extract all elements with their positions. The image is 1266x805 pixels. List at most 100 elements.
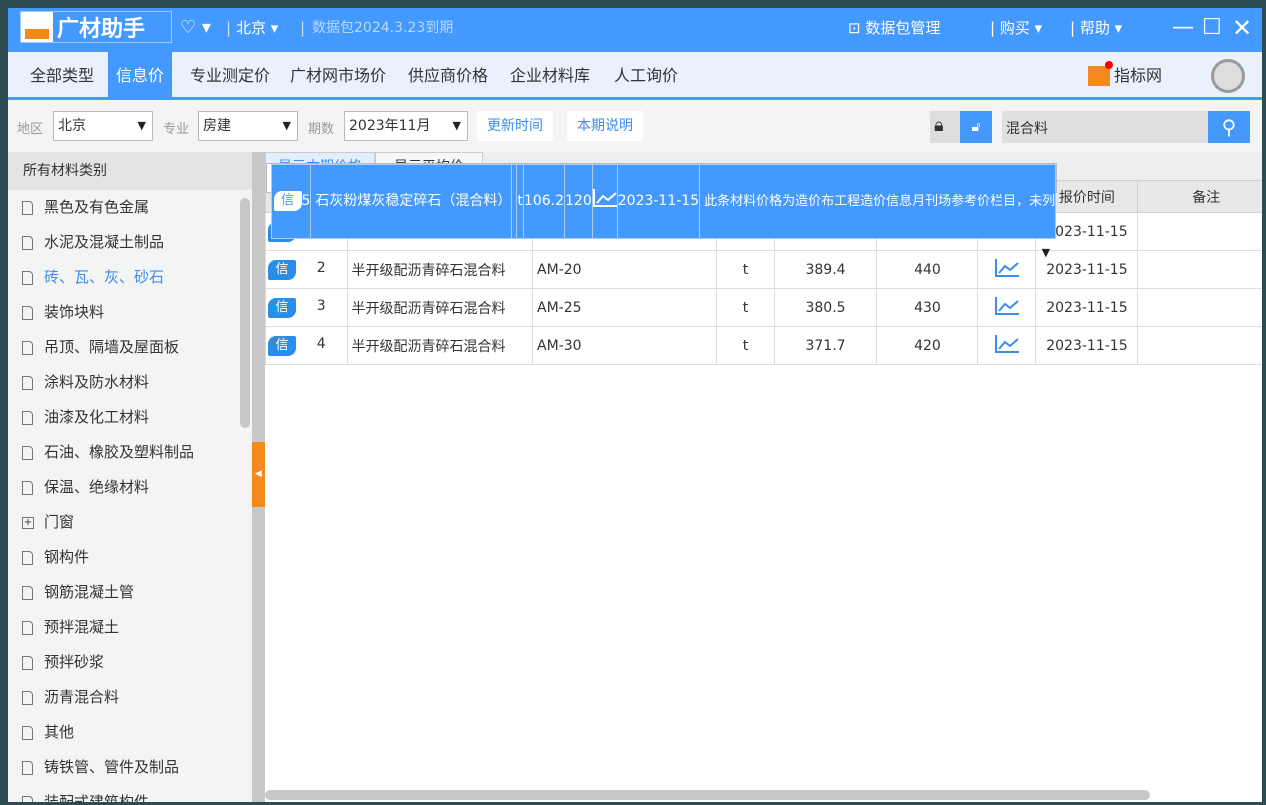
sidebar-item-label: 装饰块料 [44, 303, 105, 321]
spec: AM-30 [532, 326, 718, 365]
trend-chart-icon[interactable] [994, 334, 1019, 353]
maximize-button[interactable]: ☐ [1202, 8, 1222, 52]
trend-chart-icon[interactable] [994, 258, 1019, 277]
period-filter-label: 期数 [308, 122, 335, 137]
sidebar-item[interactable]: 装饰块料 [8, 295, 252, 330]
sidebar-item[interactable]: 预拌混凝土 [8, 610, 252, 645]
table-row[interactable]: 信4 半开级配沥青碎石混合料 AM-30 t 371.7 420 2023-11… [265, 326, 1262, 365]
table-row[interactable]: 信5 石灰粉煤灰稳定碎石（混合料） t 106.2 120 2023-11-15… [265, 163, 1058, 267]
period-desc-button[interactable]: 本期说明 [567, 111, 643, 141]
close-button[interactable]: ✕ [1232, 8, 1252, 52]
sidebar-item[interactable]: 钢构件 [8, 540, 252, 575]
info-badge: 信 [268, 297, 296, 318]
trend-chart-icon[interactable] [994, 296, 1019, 315]
tab-labor-inquiry[interactable]: 人工询价 [614, 52, 678, 97]
document-icon [22, 270, 33, 285]
price-excl-tax: 380.5 [773, 288, 878, 327]
unit: t [716, 250, 775, 289]
minimize-button[interactable]: — [1172, 8, 1194, 52]
sidebar-item-label: 石油、橡胶及塑料制品 [44, 443, 195, 461]
sidebar-item[interactable]: 石油、橡胶及塑料制品 [8, 435, 252, 470]
sidebar-item[interactable]: 吊顶、隔墙及屋面板 [8, 330, 252, 365]
document-icon [22, 585, 33, 600]
sidebar-item-label: 装配式建筑构件 [44, 793, 150, 802]
sidebar-item[interactable]: 砖、瓦、灰、砂石 [8, 260, 252, 295]
remark: 此条材料价格为造价布工程造价信息月刊场参考价栏目，未列 [699, 164, 1057, 239]
update-time-button[interactable]: 更新时间 [477, 111, 553, 141]
package-manage-label: 数据包管理 [865, 19, 941, 37]
search-input[interactable]: 混合料 [1006, 118, 1048, 138]
document-icon [22, 305, 33, 320]
package-expiry: 数据包2024.3.23到期 [312, 20, 454, 36]
price-panel: 显示本期价格 显示平均价 序号材料名称规格型号单位不含税市场价含税市场价历史价报… [265, 152, 1262, 802]
sidebar-item[interactable]: 铸铁管、管件及制品 [8, 750, 252, 785]
main-nav: 全部类型 信息价 专业测定价 广材网市场价 供应商价格 企业材料库 人工询价 指… [8, 52, 1262, 100]
app-window: 广材助手 ♡ ▾ | 北京 ▾ | 数据包2024.3.23到期 ⊡ 数据包管理… [8, 8, 1262, 802]
sidebar-item[interactable]: + 门窗 [8, 505, 252, 540]
sidebar-item[interactable]: 水泥及混凝土制品 [8, 225, 252, 260]
region-select[interactable]: 北京 [53, 111, 153, 141]
history-price-cell[interactable] [977, 326, 1037, 365]
tab-info-price[interactable]: 信息价 [108, 52, 173, 97]
price-incl-tax: 430 [876, 288, 979, 327]
tab-enterprise-library[interactable]: 企业材料库 [510, 52, 590, 97]
tab-supplier-price[interactable]: 供应商价格 [408, 52, 488, 97]
sidebar-item[interactable]: 涂料及防水材料 [8, 365, 252, 400]
panel-splitter[interactable]: ◀ [252, 152, 265, 802]
user-avatar-icon[interactable] [1211, 59, 1245, 93]
major-filter-label: 专业 [163, 122, 190, 137]
sidebar-item-label: 黑色及有色金属 [44, 198, 150, 216]
table-row[interactable]: 信3 半开级配沥青碎石混合料 AM-25 t 380.5 430 2023-11… [265, 288, 1262, 327]
unit: t [716, 326, 775, 365]
sidebar-item[interactable]: 沥青混合料 [8, 680, 252, 715]
region-dropdown[interactable]: 北京 ▾ [236, 8, 278, 52]
major-select[interactable]: 房建 [198, 111, 298, 141]
search-button[interactable]: ⚲ [1208, 111, 1250, 143]
tab-all-types[interactable]: 全部类型 [20, 52, 104, 97]
row-number-cell: 信3 [265, 288, 348, 327]
tab-professional-price[interactable]: 专业测定价 [190, 52, 270, 97]
sidebar-item[interactable]: 钢筋混凝土管 [8, 575, 252, 610]
history-price-cell[interactable] [591, 164, 618, 239]
sidebar-item[interactable]: 保温、绝缘材料 [8, 470, 252, 505]
quote-date: 2023-11-15 [1035, 250, 1139, 289]
tab-market-price[interactable]: 广材网市场价 [290, 52, 386, 97]
document-icon [22, 200, 33, 215]
region-filter-label: 地区 [17, 122, 44, 137]
sidebar-item[interactable]: 装配式建筑构件 [8, 785, 252, 802]
document-icon [22, 795, 33, 802]
history-price-cell[interactable] [977, 250, 1037, 289]
sidebar-scrollbar[interactable] [240, 198, 250, 428]
collapse-handle[interactable]: ◀ [252, 442, 265, 507]
sidebar-item[interactable]: 黑色及有色金属 [8, 190, 252, 225]
index-net-link[interactable]: 指标网 [1088, 52, 1162, 100]
sidebar-item[interactable]: 油漆及化工材料 [8, 400, 252, 435]
help-menu[interactable]: | 帮助 ▾ [1070, 8, 1122, 52]
search-box[interactable]: 混合料 ⚲ [1002, 111, 1250, 143]
lock-toggle[interactable]: 🔒︎ 🔓︎ [930, 111, 992, 143]
remark [1137, 288, 1262, 327]
document-icon [22, 445, 33, 460]
sidebar-item-label: 其他 [44, 723, 75, 741]
sidebar-item[interactable]: 预拌砂浆 [8, 645, 252, 680]
remark [1137, 326, 1262, 365]
sidebar-title: 所有材料类别 [8, 152, 252, 190]
history-price-cell[interactable] [977, 288, 1037, 327]
app-name: 广材助手 [57, 17, 146, 42]
table-row[interactable]: 信2 半开级配沥青碎石混合料 AM-20 t 389.4 440 2023-11… [265, 250, 1262, 289]
package-manage-button[interactable]: ⊡ 数据包管理 [848, 8, 940, 52]
book-icon [1088, 61, 1113, 86]
favorite-icon[interactable]: ♡ ▾ [180, 8, 211, 52]
trend-chart-icon[interactable] [593, 189, 617, 207]
material-name: 石灰粉煤灰稳定碎石（混合料） [310, 164, 513, 239]
sidebar-item[interactable]: 其他 [8, 715, 252, 750]
document-icon [22, 620, 33, 635]
logo-mark-icon [21, 12, 53, 42]
column-header[interactable]: 备注 [1137, 180, 1262, 213]
buy-menu[interactable]: | 购买 ▾ [990, 8, 1042, 52]
price-excl-tax: 106.2 [522, 164, 566, 239]
period-select[interactable]: 2023年11月 [344, 111, 468, 141]
row-number: 4 [316, 335, 326, 352]
horizontal-scrollbar[interactable] [265, 790, 1150, 800]
document-icon [22, 760, 33, 775]
